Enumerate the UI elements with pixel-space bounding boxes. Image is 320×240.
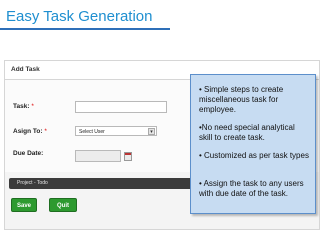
calendar-icon[interactable] — [124, 152, 132, 161]
required-mark: * — [31, 103, 34, 110]
callout-point: • Simple steps to create miscellaneous t… — [199, 85, 284, 114]
assign-user-value: Select User — [79, 129, 105, 135]
project-bar-text: Project - Todo — [17, 180, 48, 186]
panel-header-title: Add Task — [11, 66, 40, 73]
task-label-text: Task: — [13, 103, 30, 110]
chevron-down-icon[interactable]: ▾ — [148, 128, 155, 135]
task-input[interactable] — [75, 101, 167, 113]
feature-callout: • Simple steps to create miscellaneous t… — [190, 74, 316, 214]
title-underline — [0, 28, 170, 30]
assign-user-select[interactable]: Select User ▾ — [75, 126, 157, 136]
required-mark: * — [44, 128, 47, 135]
callout-point: • Customized as per task types — [199, 151, 309, 160]
save-button[interactable]: Save — [11, 198, 37, 212]
assign-label: Asign To: * — [13, 128, 47, 135]
callout-point: • Assign the task to any users with due … — [199, 179, 304, 198]
slide-title: Easy Task Generation — [6, 8, 153, 25]
due-date-label: Due Date: — [13, 150, 44, 157]
assign-label-text: Asign To: — [13, 128, 43, 135]
callout-point: •No need special analytical skill to cre… — [199, 123, 295, 142]
due-date-input[interactable] — [75, 150, 121, 162]
quit-button[interactable]: Quit — [49, 198, 77, 212]
task-label: Task: * — [13, 103, 34, 110]
